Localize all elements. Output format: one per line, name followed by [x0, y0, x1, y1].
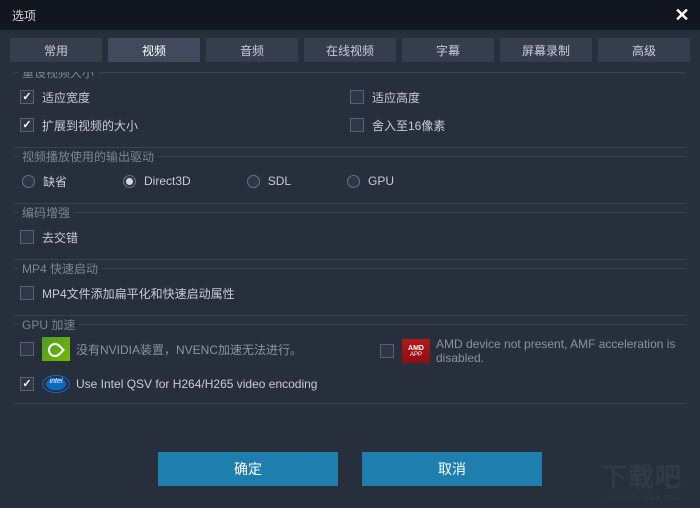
expand-to-video-checkbox[interactable] — [20, 118, 34, 132]
nvidia-label: 没有NVIDIA装置，NVENC加速无法进行。 — [76, 341, 302, 358]
deinterlace-label: 去交错 — [42, 229, 78, 246]
radio-gpu[interactable] — [347, 175, 360, 188]
tab-subtitle[interactable]: 字幕 — [402, 38, 494, 62]
fit-width-checkbox[interactable] — [20, 90, 34, 104]
radio-sdl-label: SDL — [268, 174, 291, 188]
footer: 确定 取消 — [0, 442, 700, 508]
radio-direct3d-label: Direct3D — [144, 174, 191, 188]
snap16-checkbox[interactable] — [350, 118, 364, 132]
intel-checkbox[interactable] — [20, 377, 34, 391]
tab-advanced[interactable]: 高级 — [598, 38, 690, 62]
fit-width-label: 适应宽度 — [42, 89, 90, 106]
ok-button[interactable]: 确定 — [158, 452, 338, 486]
expand-to-video-label: 扩展到视频的大小 — [42, 117, 138, 134]
options-window: 选项 ✕ 常用 视频 音频 在线视频 字幕 屏幕录制 高级 重设视频大小 适应宽… — [0, 0, 700, 508]
radio-gpu-label: GPU — [368, 174, 394, 188]
tab-audio[interactable]: 音频 — [206, 38, 298, 62]
amd-label: AMD device not present, AMF acceleration… — [436, 337, 680, 365]
section-enhance-title: 编码增强 — [18, 204, 74, 221]
radio-default[interactable] — [22, 175, 35, 188]
section-encode-enhance: 编码增强 去交错 — [14, 212, 686, 260]
section-mp4-faststart: MP4 快速启动 MP4文件添加扁平化和快速启动属性 — [14, 268, 686, 316]
tab-screen-record[interactable]: 屏幕录制 — [500, 38, 592, 62]
intel-logo-icon — [42, 375, 70, 393]
titlebar: 选项 ✕ — [0, 0, 700, 30]
content-area: 重设视频大小 适应宽度 适应高度 扩展到视频的大小 舍入至16像 — [0, 72, 700, 442]
fit-height-checkbox[interactable] — [350, 90, 364, 104]
cancel-button[interactable]: 取消 — [362, 452, 542, 486]
radio-direct3d[interactable] — [123, 175, 136, 188]
intel-label: Use Intel QSV for H264/H265 video encodi… — [76, 377, 317, 391]
fit-height-label: 适应高度 — [372, 89, 420, 106]
section-output-driver: 视频播放使用的输出驱动 缺省 Direct3D SDL GPU — [14, 156, 686, 204]
mp4-flatten-label: MP4文件添加扁平化和快速启动属性 — [42, 285, 235, 302]
amd-logo-icon — [402, 339, 430, 363]
snap16-label: 舍入至16像素 — [372, 117, 445, 134]
tab-online-video[interactable]: 在线视频 — [304, 38, 396, 62]
tab-video[interactable]: 视频 — [108, 38, 200, 62]
section-resize: 重设视频大小 适应宽度 适应高度 扩展到视频的大小 舍入至16像 — [14, 72, 686, 148]
amd-checkbox[interactable] — [380, 344, 394, 358]
window-title: 选项 — [8, 7, 36, 24]
tab-general[interactable]: 常用 — [10, 38, 102, 62]
section-gpu-accel: GPU 加速 没有NVIDIA装置，NVENC加速无法进行。 AMD devic… — [14, 324, 686, 404]
section-gpu-title: GPU 加速 — [18, 316, 79, 333]
radio-default-label: 缺省 — [43, 173, 67, 190]
radio-sdl[interactable] — [247, 175, 260, 188]
close-icon[interactable]: ✕ — [672, 6, 692, 24]
nvidia-checkbox[interactable] — [20, 342, 34, 356]
tab-bar: 常用 视频 音频 在线视频 字幕 屏幕录制 高级 — [0, 30, 700, 72]
section-output-title: 视频播放使用的输出驱动 — [18, 148, 158, 165]
section-resize-title: 重设视频大小 — [18, 72, 98, 81]
mp4-flatten-checkbox[interactable] — [20, 286, 34, 300]
deinterlace-checkbox[interactable] — [20, 230, 34, 244]
section-mp4-title: MP4 快速启动 — [18, 260, 102, 277]
nvidia-logo-icon — [42, 337, 70, 361]
